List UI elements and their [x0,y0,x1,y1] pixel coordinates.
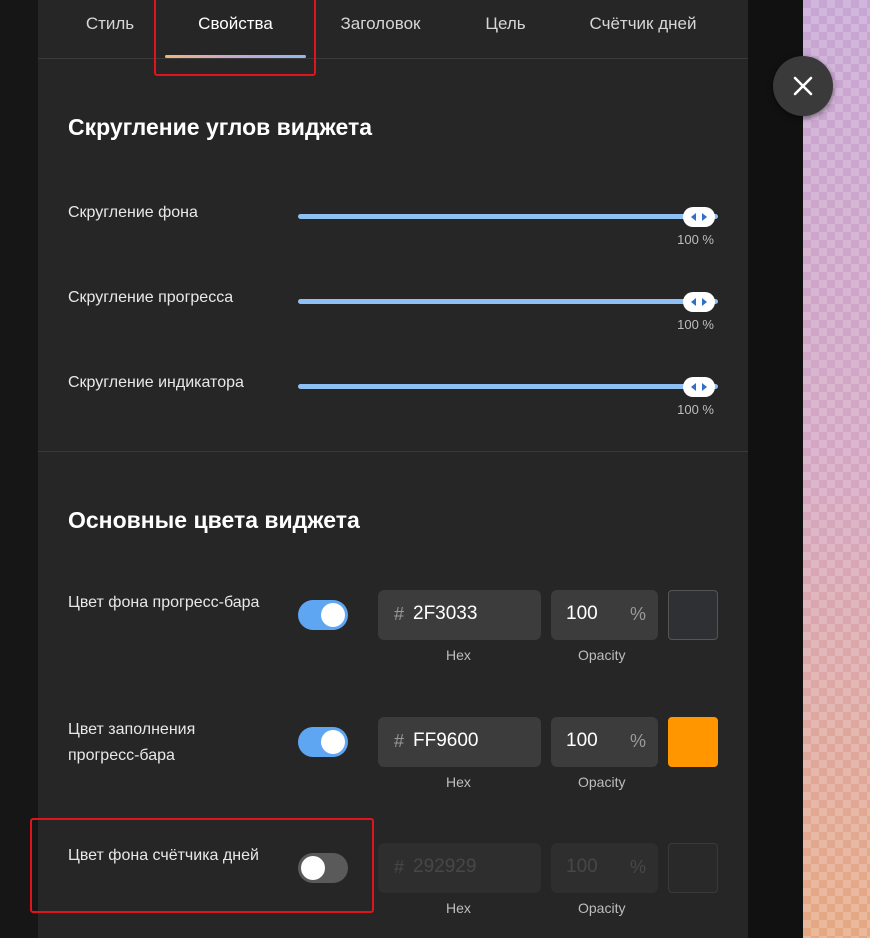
opacity-input[interactable]: 100 % [551,717,658,767]
slider-label: Скругление фона [68,204,198,221]
tab-style[interactable]: Стиль [60,0,160,59]
tab-heading[interactable]: Заголовок [318,0,443,59]
slider-row-background: Скругление фона 100 % [68,204,718,247]
section-divider [38,451,748,452]
arrows-horizontal-icon [691,383,707,391]
hex-caption: Hex [446,647,471,663]
opacity-input[interactable]: 100 % [551,843,658,893]
transparency-preview [803,0,870,938]
opacity-value: 100 [566,856,598,877]
color-row-progress-fill: Цвет заполнения прогресс-бара # FF9600 1… [68,717,718,797]
color-swatch[interactable] [668,590,718,640]
tab-day-counter[interactable]: Счётчик дней [568,0,718,59]
opacity-value: 100 [566,603,598,624]
slider-track[interactable] [298,214,718,219]
hex-input[interactable]: # 292929 [378,843,541,893]
color-row-progress-bg: Цвет фона прогресс-бара # 2F3033 100 % H… [68,590,718,670]
hex-caption: Hex [446,900,471,916]
color-toggle[interactable] [298,727,348,757]
hex-input[interactable]: # 2F3033 [378,590,541,640]
right-backdrop [748,0,803,938]
arrows-horizontal-icon [691,213,707,221]
slider-value: 100 % [677,317,714,332]
left-backdrop [0,0,38,938]
settings-panel: Стиль Свойства Заголовок Цель Счётчик дн… [38,0,748,938]
toggle-thumb [321,603,345,627]
hex-value: 292929 [413,856,477,877]
slider-value: 100 % [677,402,714,417]
opacity-caption: Opacity [578,647,626,663]
hash-symbol: # [394,604,405,624]
percent-symbol: % [629,857,646,877]
percent-symbol: % [629,731,646,751]
tab-bar: Стиль Свойства Заголовок Цель Счётчик дн… [38,0,748,59]
color-label: Цвет фона прогресс-бара [68,594,260,611]
close-button[interactable] [773,56,833,116]
slider-row-progress: Скругление прогресса 100 % [68,289,718,332]
slider-label: Скругление прогресса [68,289,234,306]
color-swatch[interactable] [668,843,718,893]
slider-track[interactable] [298,384,718,389]
slider-handle[interactable] [683,377,715,397]
hex-caption: Hex [446,774,471,790]
hex-input[interactable]: # FF9600 [378,717,541,767]
opacity-caption: Opacity [578,900,626,916]
opacity-input[interactable]: 100 % [551,590,658,640]
slider-handle[interactable] [683,292,715,312]
color-swatch[interactable] [668,717,718,767]
arrows-horizontal-icon [691,298,707,306]
highlight-box-day-counter [30,818,374,913]
color-toggle[interactable] [298,600,348,630]
toggle-thumb [321,730,345,754]
highlight-box-tab [154,0,316,76]
slider-row-indicator: Скругление индикатора 100 % [68,374,718,417]
colors-section-title: Основные цвета виджета [68,507,360,533]
slider-handle[interactable] [683,207,715,227]
close-icon [793,76,813,96]
hex-value: FF9600 [413,730,479,751]
tab-goal[interactable]: Цель [458,0,553,59]
slider-label: Скругление индикатора [68,374,244,391]
hash-symbol: # [394,731,405,751]
rounding-section-title: Скругление углов виджета [68,114,373,140]
hash-symbol: # [394,857,405,877]
opacity-value: 100 [566,730,598,751]
slider-track[interactable] [298,299,718,304]
opacity-caption: Opacity [578,774,626,790]
color-label: Цвет заполнения прогресс-бара [68,721,196,764]
slider-value: 100 % [677,232,714,247]
percent-symbol: % [629,604,646,624]
hex-value: 2F3033 [413,603,478,624]
